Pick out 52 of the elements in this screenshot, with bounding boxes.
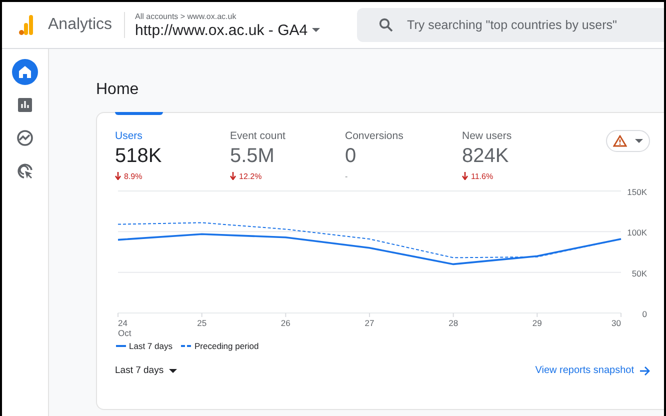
caret-icon xyxy=(168,368,177,372)
search-field[interactable]: Try searching "top countries by users" xyxy=(407,18,664,32)
y-axis-label: 150K xyxy=(627,187,647,197)
search-icon xyxy=(379,18,394,32)
down-arrow-icon xyxy=(230,172,236,180)
metric-value: 824K xyxy=(462,145,510,168)
view-reports-link[interactable]: View reports snapshot xyxy=(535,365,650,376)
date-range-dropdown[interactable]: Last 7 days xyxy=(115,365,177,376)
y-axis-label: 50K xyxy=(632,268,647,278)
metric-value: 5.5M xyxy=(230,145,276,168)
x-axis-label: 30 xyxy=(612,318,621,328)
metric-label: Event count xyxy=(230,130,286,142)
metric-change: 11.6% xyxy=(471,172,494,180)
down-arrow-icon xyxy=(115,172,121,180)
x-axis-label: 28 xyxy=(448,318,458,328)
caret-icon xyxy=(312,28,320,32)
line-legend-icon xyxy=(116,345,126,347)
metric-tab[interactable]: Event count 5.5M 12.2% xyxy=(230,113,345,181)
dashed-line-legend-icon xyxy=(181,345,192,347)
x-axis-label: 24 Oct xyxy=(118,318,132,338)
x-axis-label: 26 xyxy=(280,318,290,328)
bar-chart-logo-icon xyxy=(19,15,33,35)
caret-icon xyxy=(635,139,643,143)
metric-label: Conversions xyxy=(345,130,404,142)
down-arrow-icon xyxy=(462,172,468,180)
legend-label: Last 7 days xyxy=(129,341,172,351)
legend-label: Preceding period xyxy=(194,341,259,351)
search-bar[interactable]: Try searching "top countries by users" xyxy=(357,8,664,42)
product-name: Analytics xyxy=(48,16,112,34)
x-axis-label: 29 xyxy=(532,318,542,328)
selected-tab-indicator xyxy=(115,112,163,115)
metric-change: - xyxy=(345,172,348,180)
metric-tab[interactable]: New users 824K 11.6% xyxy=(462,113,577,181)
y-axis-label: 0 xyxy=(642,309,647,319)
right-arrow-icon xyxy=(640,366,650,376)
metric-label: New users xyxy=(462,130,513,142)
y-axis-label: 100K xyxy=(627,228,647,238)
warning-icon xyxy=(613,135,627,147)
metric-label: Users xyxy=(115,130,144,142)
metric-change: 8.9% xyxy=(124,172,142,180)
alert-dropdown-button[interactable] xyxy=(606,130,650,152)
metric-tab[interactable]: Users 518K 8.9% xyxy=(115,113,230,181)
metric-value: 0 xyxy=(345,145,358,168)
x-axis-label: 25 xyxy=(197,318,207,328)
property-selector[interactable]: http://www.ox.ac.uk - GA4 xyxy=(135,22,356,38)
metric-tab[interactable]: Conversions 0 - xyxy=(345,113,462,181)
metric-change: 12.2% xyxy=(239,172,262,180)
x-axis-label: 27 xyxy=(364,318,374,328)
metric-value: 518K xyxy=(115,145,163,168)
home-nav-button[interactable] xyxy=(12,59,38,85)
breadcrumb[interactable]: All accounts > www.ox.ac.uk xyxy=(135,12,356,20)
page-title: Home xyxy=(96,81,140,99)
